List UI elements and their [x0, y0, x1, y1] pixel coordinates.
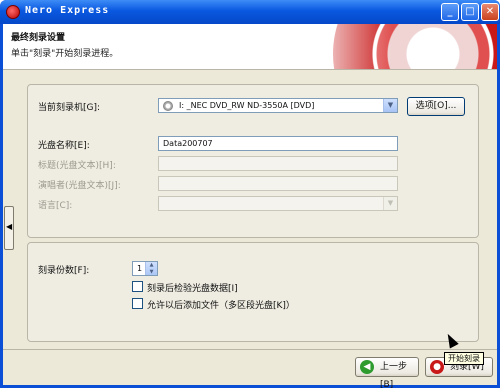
- recorder-label: 当前刻录机[G]:: [38, 103, 101, 113]
- window-title: Nero Express: [25, 5, 110, 16]
- maximize-button[interactable]: □: [461, 3, 479, 21]
- chevron-down-icon[interactable]: ▼: [383, 99, 397, 112]
- copies-stepper[interactable]: 1 ▲ ▼: [132, 261, 158, 276]
- burn-tooltip: 开始刻录: [444, 352, 484, 365]
- multisession-label[interactable]: 允许以后添加文件（多区段光盘[K]）: [147, 298, 295, 311]
- page-subtitle: 单击"刻录"开始刻录进程。: [11, 49, 119, 59]
- verify-label[interactable]: 刻录后检验光盘数据[I]: [147, 281, 238, 294]
- performer-label: 演唱者(光盘文本)[J]:: [38, 181, 121, 191]
- disc-name-input[interactable]: Data200707: [158, 136, 398, 151]
- dialog-client-area: 最终刻录设置 单击"刻录"开始刻录进程。 ◀ 当前刻录机[G]: I: _NEC…: [3, 24, 497, 388]
- language-label: 语言[C]:: [38, 201, 73, 211]
- nero-app-icon: [6, 5, 20, 19]
- footer-divider: [3, 349, 497, 350]
- nero-express-window: Nero Express _ □ ✕ 最终刻录设置 单击"刻录"开始刻录进程。 …: [0, 0, 500, 388]
- chevron-left-icon: ◀: [6, 222, 13, 231]
- copies-value: 1: [137, 264, 143, 273]
- back-button-label: 上一步[B]: [380, 362, 408, 388]
- spin-arrows-icon[interactable]: ▲ ▼: [145, 262, 157, 275]
- disc-settings-panel: 当前刻录机[G]: I: _NEC DVD_RW ND-3550A [DVD] …: [27, 84, 479, 238]
- header-fade: [303, 24, 393, 69]
- close-button[interactable]: ✕: [481, 3, 499, 21]
- copies-label: 刻录份数[F]:: [38, 266, 90, 276]
- burn-options-panel: 刻录份数[F]: 1 ▲ ▼ 刻录后检验光盘数据[I] 允许以后添加文件（多区段光…: [27, 242, 479, 342]
- cd-drive-icon: [163, 101, 173, 111]
- recorder-select[interactable]: I: _NEC DVD_RW ND-3550A [DVD] ▼: [158, 98, 398, 113]
- language-select: ▼: [158, 196, 398, 211]
- multisession-checkbox[interactable]: [132, 298, 143, 309]
- sidebar-toggle[interactable]: ◀: [4, 206, 14, 250]
- back-button[interactable]: ◀ 上一步[B]: [355, 357, 419, 388]
- performer-input: [158, 176, 398, 191]
- page-title: 最终刻录设置: [11, 33, 66, 43]
- disc-title-input: [158, 156, 398, 171]
- recorder-value: I: _NEC DVD_RW ND-3550A [DVD]: [179, 101, 315, 110]
- burn-disc-icon: ●: [430, 360, 444, 374]
- verify-checkbox[interactable]: [132, 281, 143, 292]
- wizard-header: 最终刻录设置 单击"刻录"开始刻录进程。: [3, 24, 497, 70]
- disc-name-label: 光盘名称[E]:: [38, 141, 90, 151]
- back-arrow-icon: ◀: [360, 360, 374, 374]
- title-bar[interactable]: Nero Express _ □ ✕: [0, 0, 500, 24]
- chevron-down-icon: ▼: [383, 197, 397, 210]
- options-button[interactable]: 选项[O]...: [407, 97, 465, 116]
- minimize-button[interactable]: _: [441, 3, 459, 21]
- disc-title-label: 标题(光盘文本)[H]:: [38, 161, 116, 171]
